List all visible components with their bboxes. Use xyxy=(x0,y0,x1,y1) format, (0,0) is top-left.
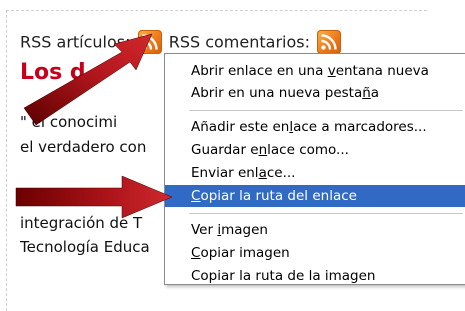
arrow-to-copy-link-item xyxy=(15,175,173,219)
annotation-arrows xyxy=(15,33,173,219)
page: RSS artículos: RSS comentarios: Los d " … xyxy=(0,0,465,311)
arrow-to-rss-icon xyxy=(23,33,153,126)
